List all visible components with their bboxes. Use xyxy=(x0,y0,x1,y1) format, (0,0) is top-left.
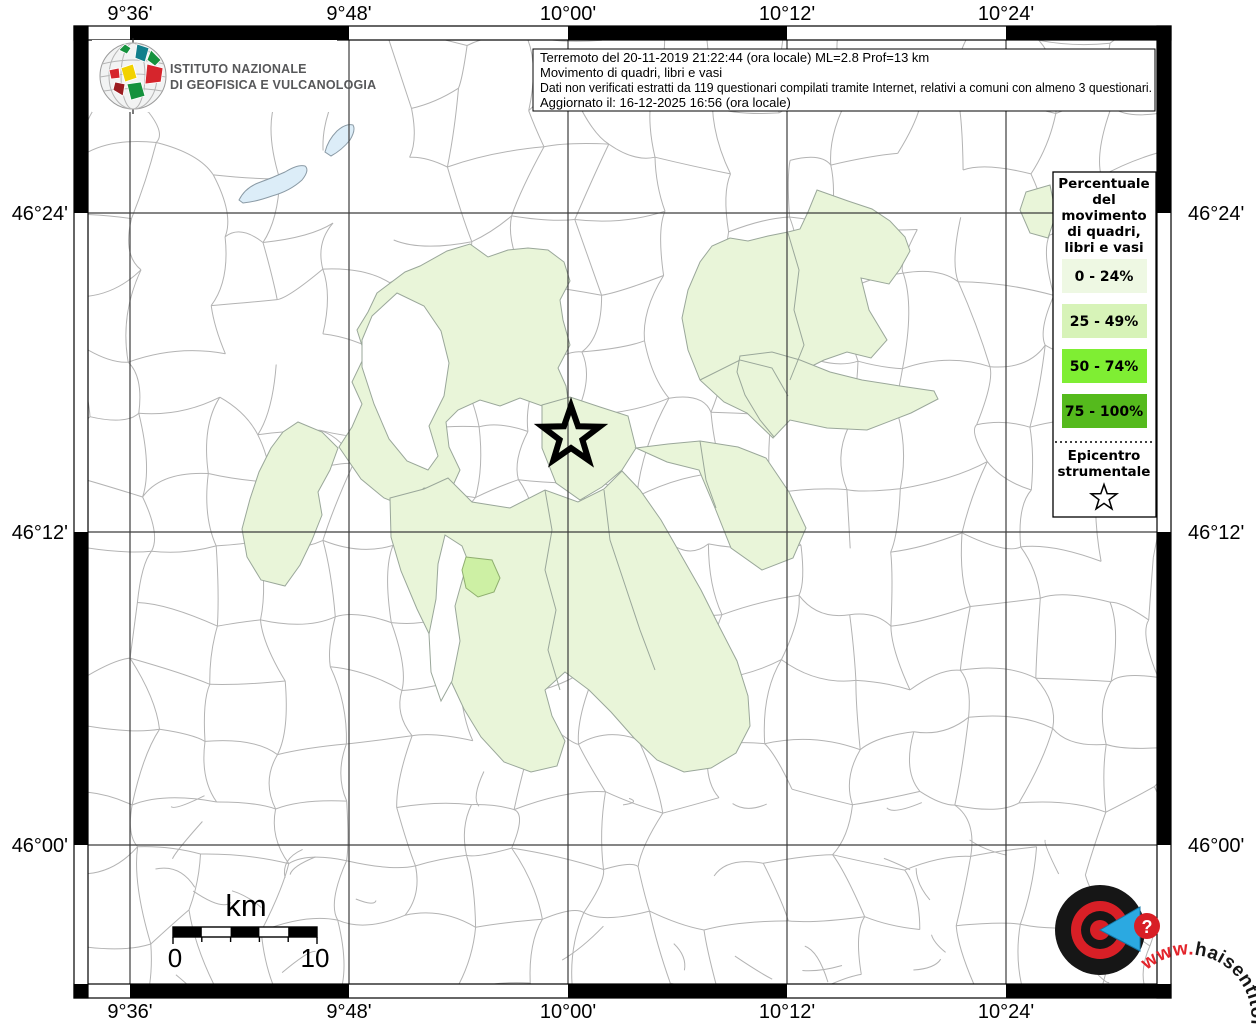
boundary-line xyxy=(1171,147,1184,214)
boundary-line xyxy=(69,545,72,626)
info-line-effects: Movimento di quadri, libri e vasi xyxy=(540,65,722,80)
ingv-name-line1: ISTITUTO NAZIONALE xyxy=(170,62,307,76)
legend-label-0-24: 0 - 24% xyxy=(1075,269,1134,285)
legend-label-50-74: 50 - 74% xyxy=(1070,359,1139,375)
x-tick-bottom: 9°48' xyxy=(326,1001,371,1023)
legend-title-line: Percentuale xyxy=(1058,176,1149,192)
legend-title-line: di quadri, xyxy=(1067,224,1140,240)
legend-epicenter-line2: strumentale xyxy=(1058,464,1151,480)
legend-title-line: del xyxy=(1092,192,1115,208)
event-info-box: Terremoto del 20-11-2019 21:22:44 (ora l… xyxy=(532,48,1156,112)
y-tick-right: 46°24' xyxy=(1188,203,1244,225)
legend-label-75-100: 75 - 100% xyxy=(1065,404,1143,420)
x-tick-bottom: 9°36' xyxy=(107,1001,152,1023)
x-tick-bottom: 10°12' xyxy=(759,1001,815,1023)
x-tick-top: 10°24' xyxy=(978,3,1034,25)
y-tick-left: 46°12' xyxy=(12,522,68,544)
boundary-line xyxy=(146,1003,225,1005)
legend-title-line: movimento xyxy=(1061,208,1146,224)
legend-title-line: libri e vasi xyxy=(1064,240,1143,256)
y-tick-right: 46°12' xyxy=(1188,522,1244,544)
legend: Percentuale del movimento di quadri, lib… xyxy=(1052,171,1157,518)
question-mark: ? xyxy=(1142,917,1153,937)
scale-end-label: 10 xyxy=(301,943,330,973)
x-tick-top: 10°12' xyxy=(759,3,815,25)
ingv-name-line2: DI GEOFISICA E VULCANOLOGIA xyxy=(170,78,376,92)
info-line-event: Terremoto del 20-11-2019 21:22:44 (ora l… xyxy=(540,50,929,65)
boundary-line xyxy=(66,686,71,722)
boundary-line xyxy=(1025,999,1097,1004)
boundary-line xyxy=(69,626,72,686)
x-tick-bottom: 10°24' xyxy=(978,1001,1034,1023)
ingv-logo: ISTITUTO NAZIONALE DI GEOFISICA E VULCAN… xyxy=(92,38,376,114)
x-tick-top: 9°36' xyxy=(107,3,152,25)
scale-start-label: 0 xyxy=(168,943,182,973)
macroseismic-map-page: 9°36' 9°48' 10°00' 10°12' 10°24' 9°36' 9… xyxy=(0,0,1256,1024)
legend-label-25-49: 25 - 49% xyxy=(1070,314,1139,330)
boundary-line xyxy=(662,21,705,24)
x-tick-bottom: 10°00' xyxy=(540,1001,596,1023)
boundary-line xyxy=(65,723,68,793)
boundary-line xyxy=(69,475,74,545)
scale-unit-label: km xyxy=(225,888,266,923)
x-tick-top: 9°48' xyxy=(326,3,371,25)
map-canvas: 9°36' 9°48' 10°00' 10°12' 10°24' 9°36' 9… xyxy=(12,3,1256,1024)
boundary-line xyxy=(225,1003,283,1005)
info-line-source: Dati non verificati estratti da 119 ques… xyxy=(540,80,1152,95)
y-tick-right: 46°00' xyxy=(1188,835,1244,857)
y-tick-left: 46°00' xyxy=(12,835,68,857)
y-tick-left: 46°24' xyxy=(12,203,68,225)
x-tick-top: 10°00' xyxy=(540,3,596,25)
info-line-updated: Aggiornato il: 16-12-2025 16:56 (ora loc… xyxy=(540,95,791,110)
legend-epicenter-line1: Epicentro xyxy=(1068,448,1141,464)
